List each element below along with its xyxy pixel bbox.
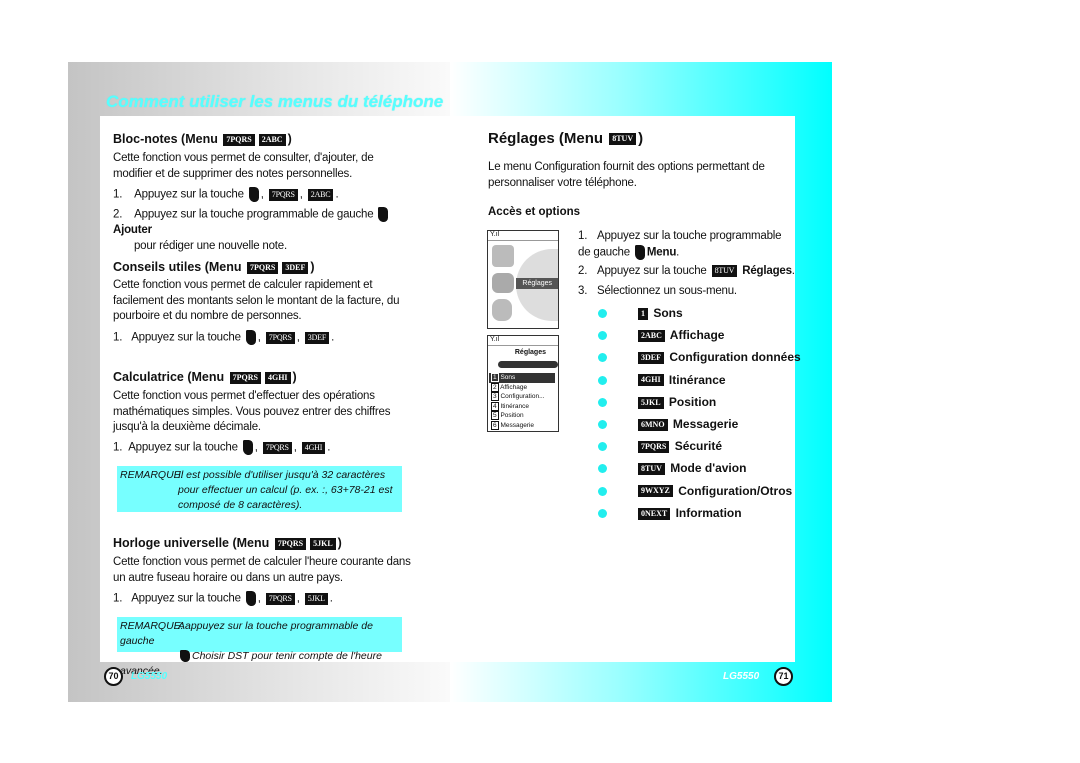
note-calculatrice: REMARQUE: Il est possible d'utiliser jusq… — [117, 466, 402, 512]
bloc-notes-step1: 1. Appuyez sur la touche , 7PQRS, 2ABC. — [113, 187, 339, 202]
bullet-icon — [598, 309, 607, 318]
screen-list-item: 2 Affichage — [491, 382, 528, 392]
submenu-item: 1 Sons — [598, 306, 801, 328]
submenu-list: 1 Sons 2ABC Affichage 3DEF Configuration d… — [598, 306, 801, 528]
reglages-intro: Le menu Configuration fournit des option… — [488, 161, 765, 189]
key-icon: 8TUV — [638, 463, 665, 476]
key-icon: 2ABC — [638, 330, 665, 343]
model-right: LG5550 — [723, 671, 760, 682]
submenu-item: 3DEF Configuration données — [598, 350, 801, 372]
screen-list-item: 5 Position — [491, 411, 524, 420]
reglages-step2: 2. Appuyez sur la touche 8TUV Réglages. — [578, 264, 795, 277]
selected-menu-label: Réglages — [516, 278, 558, 289]
conseils-text: Cette fonction vous permet de calculer r… — [113, 279, 400, 322]
submenu-label: Position — [668, 394, 717, 409]
submenu-item: 7PQRS Sécurité — [598, 439, 801, 461]
page-title: Comment utiliser les menus du téléphone — [106, 92, 444, 111]
submenu-label: Configuration/Otros — [678, 483, 793, 498]
bloc-notes-heading: Bloc-notes (Menu 7PQRS 2ABC) — [113, 132, 292, 146]
key-icon: 6MNO — [638, 418, 668, 431]
calculatrice-text: Cette fonction vous permet d'effectuer d… — [113, 390, 391, 433]
screen-list-item: 6 Messagerie — [491, 420, 535, 430]
submenu-label: Itinérance — [668, 372, 726, 387]
bullet-icon — [598, 419, 607, 429]
submenu-label: Sécurité — [674, 439, 723, 454]
bullet-icon — [598, 375, 607, 385]
phone-screen-submenu: Y.ıl Réglages 1 Sons 2 Affichage 3 Configu… — [487, 335, 559, 432]
calculatrice-step1: 1. Appuyez sur la touche , 7PQRS, 4GHI. — [113, 440, 331, 455]
page-number-left: 70 — [104, 667, 123, 686]
screen-list-item: 1 Sons — [489, 373, 555, 383]
phone-screen-menu: Y.ıl Réglages — [487, 230, 559, 329]
app-icon — [492, 245, 514, 267]
conseils-heading: Conseils utiles (Menu 7PQRS 3DEF) — [113, 260, 315, 274]
key-icon: 5JKL — [638, 396, 664, 409]
key-icon: 1 — [638, 307, 648, 320]
screen-list-item: 4 Itinérance — [491, 401, 529, 411]
submenu-label: Sons — [653, 306, 683, 320]
submenu-label: Affichage — [669, 328, 725, 343]
bloc-notes-text: Cette fonction vous permet de consulter,… — [113, 152, 374, 180]
submenu-item: 6MNO Messagerie — [598, 416, 801, 439]
bullet-icon — [598, 397, 607, 407]
reglages-step1: 1. Appuyez sur la touche programmable de … — [578, 230, 782, 260]
settings-icon — [492, 273, 514, 293]
calculatrice-heading: Calculatrice (Menu 7PQRS 4GHI) — [113, 370, 297, 384]
screen-list-item: 3 Configuration... — [491, 392, 545, 401]
submenu-label: Mode d'avion — [670, 461, 747, 476]
key-icon: 7PQRS — [638, 440, 670, 453]
submenu-label: Information — [675, 505, 742, 520]
reglages-step3: 3. Sélectionnez un sous-menu. — [578, 285, 737, 297]
submenu-item: 9WXYZ Configuration/Otros — [598, 483, 801, 506]
bloc-notes-step2: 2. Appuyez sur la touche programmable de… — [113, 207, 413, 254]
submenu-label: Messagerie — [672, 416, 739, 431]
key-icon: 3DEF — [638, 352, 664, 365]
submenu-item: 5JKL Position — [598, 394, 801, 417]
phone-icon — [492, 299, 512, 321]
model-left: LG5550 — [131, 671, 168, 682]
note-horloge: REMARQUE:Aappuyez sur la touche programm… — [117, 617, 402, 677]
submenu-label: Configuration données — [669, 350, 801, 365]
bullet-icon — [598, 508, 607, 518]
key-icon: 4GHI — [638, 374, 664, 387]
submenu-item: 2ABC Affichage — [598, 328, 801, 350]
horloge-text: Cette fonction vous permet de calculer l… — [113, 556, 411, 584]
bullet-icon — [598, 486, 607, 496]
key-icon: 9WXYZ — [638, 485, 673, 498]
key-icon: 0NEXT — [638, 507, 671, 520]
acces-options-heading: Accès et options — [488, 206, 581, 218]
submenu-item: 8TUV Mode d'avion — [598, 461, 801, 483]
horloge-step1: 1. Appuyez sur la touche , 7PQRS, 5JKL. — [113, 591, 333, 606]
conseils-step1: 1. Appuyez sur la touche , 7PQRS, 3DEF. — [113, 330, 335, 345]
horloge-heading: Horloge universelle (Menu 7PQRS 5JKL) — [113, 536, 342, 550]
submenu-item: 0NEXT Information — [598, 505, 801, 528]
submenu-item: 4GHI Itinérance — [598, 372, 801, 395]
page-number-right: 71 — [774, 667, 793, 686]
screen-title: Réglages — [514, 349, 546, 356]
reglages-heading: Réglages (Menu 8TUV) — [488, 130, 644, 147]
